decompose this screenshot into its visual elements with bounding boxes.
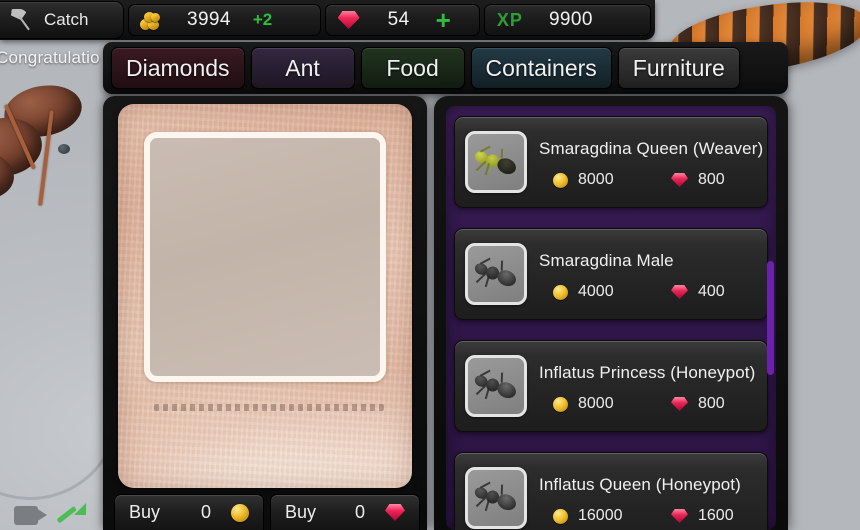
list-item[interactable]: Inflatus Princess (Honeypot) 8000 800 <box>454 340 768 432</box>
item-coin-price: 8000 <box>553 171 663 189</box>
coin-icon <box>231 503 249 522</box>
item-coin-price-value: 16000 <box>578 507 623 524</box>
xp-counter: XP 9900 <box>483 4 651 36</box>
tab-diamonds[interactable]: Diamonds <box>111 47 245 89</box>
xp-value: 9900 <box>548 9 593 30</box>
coin-icon <box>553 396 568 412</box>
gem-counter[interactable]: 54 + <box>324 4 480 36</box>
item-coin-price: 8000 <box>553 395 663 413</box>
item-coin-price-value: 8000 <box>578 395 614 412</box>
foreground-ant-model <box>0 79 98 222</box>
shop-panel: Smaragdina Queen (Weaver) 8000 800 Smara… <box>434 96 788 530</box>
gem-icon <box>337 11 360 29</box>
gem-icon <box>671 509 688 523</box>
tab-ant[interactable]: Ant <box>250 47 355 89</box>
coin-delta: +2 <box>252 10 273 29</box>
net-icon <box>10 7 36 33</box>
tab-furniture[interactable]: Furniture <box>617 47 740 89</box>
shop-category-tabbar: Diamonds Ant Food Containers Furniture <box>103 42 788 94</box>
item-name: Inflatus Queen (Honeypot) <box>539 475 741 494</box>
catch-button[interactable]: Catch <box>0 1 124 39</box>
gem-icon <box>671 285 688 299</box>
item-coin-price-value: 8000 <box>578 171 614 188</box>
item-gem-price: 800 <box>671 395 725 413</box>
item-description-text <box>154 404 384 411</box>
item-gem-price-value: 800 <box>698 395 725 412</box>
list-item[interactable]: Inflatus Queen (Honeypot) 16000 1600 <box>454 452 768 530</box>
add-gems-button[interactable]: + <box>436 7 451 33</box>
buy-gems-label: Buy <box>285 502 317 522</box>
buy-coins-quantity: 0 <box>200 502 211 522</box>
shop-item-list[interactable]: Smaragdina Queen (Weaver) 8000 800 Smara… <box>446 106 776 530</box>
arrow-up-right-icon[interactable] <box>56 503 86 527</box>
gem-value: 54 <box>387 9 410 30</box>
catch-button-label: Catch <box>44 10 89 29</box>
buy-button-row: Buy 0 Buy 0 <box>114 494 420 530</box>
coin-value: 3994 <box>187 9 231 30</box>
list-item[interactable]: Smaragdina Queen (Weaver) 8000 800 <box>454 116 768 208</box>
tab-containers[interactable]: Containers <box>470 47 612 89</box>
tab-food[interactable]: Food <box>360 47 465 89</box>
top-hud-bar: Catch 3994 +2 54 + XP 9900 <box>0 0 655 40</box>
xp-label: XP <box>496 9 523 30</box>
item-name: Smaragdina Queen (Weaver) <box>539 139 764 158</box>
item-coin-price: 4000 <box>553 283 663 301</box>
buy-with-gems-button[interactable]: Buy 0 <box>270 494 420 530</box>
camcorder-icon[interactable] <box>14 506 48 525</box>
ant-male-icon <box>465 243 527 305</box>
congratulations-notification: Congratulatio <box>0 48 100 67</box>
item-detail-card[interactable] <box>118 104 412 488</box>
coin-icon <box>553 284 568 300</box>
tab-food-label: Food <box>386 54 439 81</box>
tab-diamonds-label: Diamonds <box>126 54 230 81</box>
item-coin-price-value: 4000 <box>578 283 614 300</box>
coin-icon <box>553 508 568 524</box>
item-gem-price-value: 1600 <box>698 507 734 524</box>
tab-furniture-label: Furniture <box>632 54 725 81</box>
buy-gems-quantity: 0 <box>354 502 365 522</box>
list-item[interactable]: Smaragdina Male 4000 400 <box>454 228 768 320</box>
coin-icon <box>553 172 568 188</box>
tab-ant-label: Ant <box>285 54 320 81</box>
item-name: Inflatus Princess (Honeypot) <box>539 363 756 382</box>
gem-icon <box>671 397 688 411</box>
shop-scrollbar-thumb[interactable] <box>767 261 774 375</box>
ant-honeypot-princess-icon <box>465 355 527 417</box>
buy-coins-label: Buy <box>129 502 161 522</box>
item-gem-price: 1600 <box>671 507 734 525</box>
item-coin-price: 16000 <box>553 507 663 525</box>
gem-icon <box>385 504 405 521</box>
ant-weaver-queen-icon <box>465 131 527 193</box>
item-preview-area <box>144 132 386 382</box>
tab-containers-label: Containers <box>485 54 597 81</box>
coin-stack-icon <box>139 9 163 31</box>
gem-icon <box>671 173 688 187</box>
item-name: Smaragdina Male <box>539 251 674 270</box>
coin-counter[interactable]: 3994 +2 <box>128 4 321 36</box>
ant-honeypot-queen-icon <box>465 467 527 529</box>
buy-with-coins-button[interactable]: Buy 0 <box>114 494 264 530</box>
item-gem-price-value: 800 <box>698 171 725 188</box>
shop-scrollbar-track[interactable] <box>767 116 774 520</box>
item-gem-price-value: 400 <box>698 283 725 300</box>
item-gem-price: 800 <box>671 171 725 189</box>
item-gem-price: 400 <box>671 283 725 301</box>
